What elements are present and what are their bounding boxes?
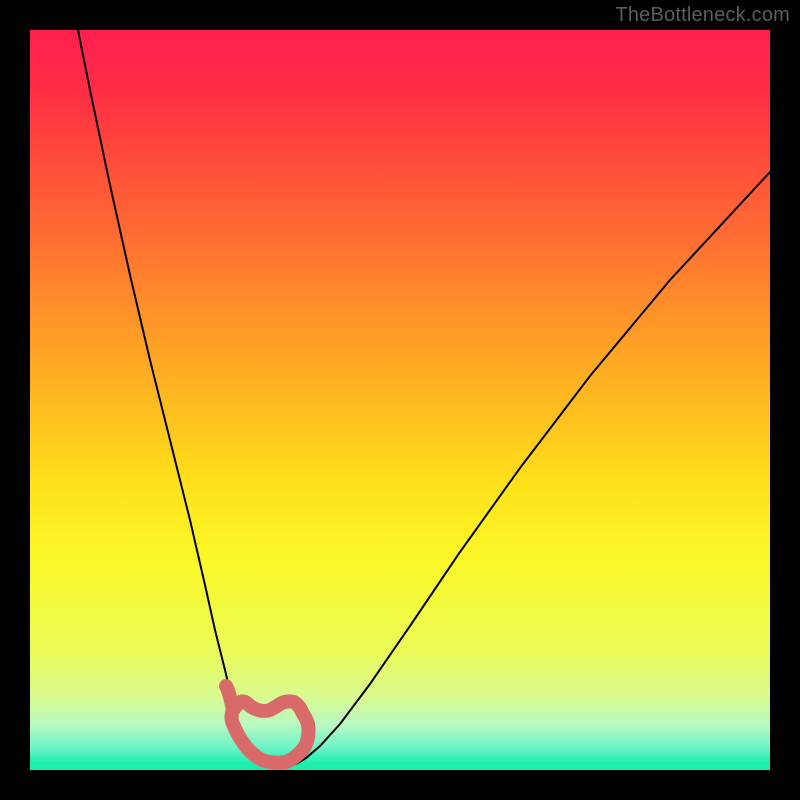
- gradient-background: [30, 30, 770, 770]
- chart-frame: TheBottleneck.com: [0, 0, 800, 800]
- plot-area: [30, 30, 770, 770]
- watermark-text: TheBottleneck.com: [615, 4, 790, 27]
